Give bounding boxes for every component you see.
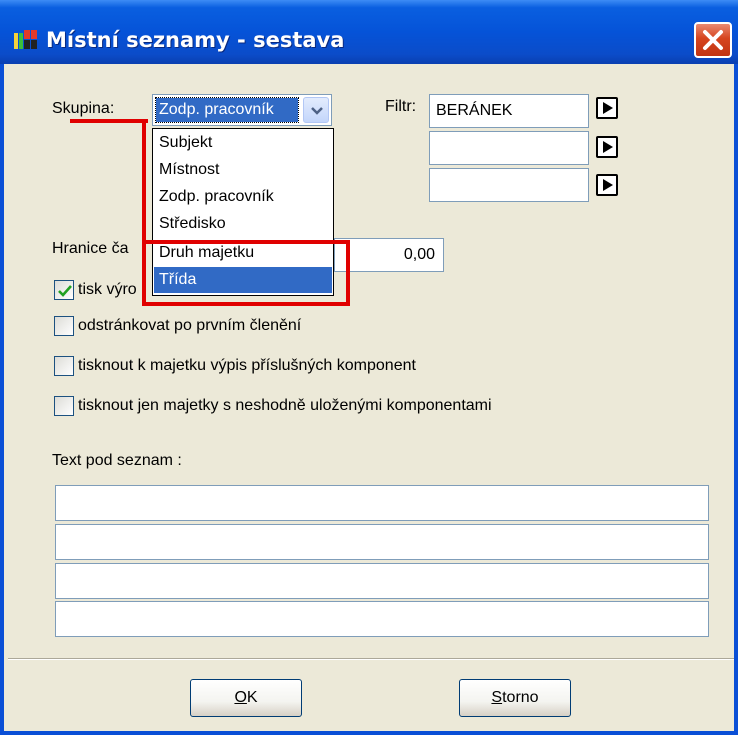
checkbox-mismatch-row[interactable]: tisknout jen majetky s neshodně uloženým… [54, 396, 654, 418]
filter-field-2[interactable] [429, 131, 589, 165]
limit-label: Hranice ča [52, 240, 129, 257]
checkmark-icon [58, 285, 72, 297]
group-combobox[interactable]: Zodp. pracovník [152, 94, 332, 126]
dialog-window: Místní seznamy - sestava Skupina: Zodp. … [0, 0, 738, 735]
cancel-button[interactable]: Storno [459, 679, 571, 717]
text-below-label: Text pod seznam : [52, 452, 182, 469]
title-bar[interactable]: Místní seznamy - sestava [0, 0, 738, 64]
cancel-label-rest: torno [502, 689, 539, 706]
dropdown-option-zodp-pracovnik[interactable]: Zodp. pracovník [154, 184, 332, 210]
filter-pick-button-1[interactable] [596, 97, 618, 119]
checkbox-components-label: tisknout k majetku výpis příslušných kom… [78, 357, 416, 374]
filter-pick-button-2[interactable] [596, 136, 618, 158]
close-icon [703, 30, 723, 50]
dropdown-option-subjekt[interactable]: Subjekt [154, 130, 332, 156]
text-line-4[interactable] [55, 601, 709, 637]
group-dropdown-button[interactable] [303, 97, 329, 123]
filter-label: Filtr: [385, 98, 417, 115]
app-icon [14, 30, 37, 49]
checkbox-print-row[interactable]: tisk výro [54, 280, 154, 302]
checkbox-mismatch[interactable] [54, 396, 74, 416]
cancel-mnemonic: S [491, 689, 503, 706]
dropdown-option-mistnost[interactable]: Místnost [154, 157, 332, 183]
ok-mnemonic: O [234, 689, 247, 706]
text-line-3[interactable] [55, 563, 709, 599]
group-selected-value: Zodp. pracovník [155, 97, 299, 123]
ok-label-rest: K [246, 689, 258, 706]
annotation-vertical-line [142, 119, 146, 249]
checkbox-mismatch-label: tisknout jen majetky s neshodně uloženým… [78, 397, 492, 414]
filter-pick-button-3[interactable] [596, 174, 618, 196]
chevron-down-icon [311, 107, 323, 115]
checkbox-paginate-label: odstránkovat po prvním členění [78, 317, 302, 334]
play-arrow-icon [603, 102, 613, 114]
play-arrow-icon [603, 141, 613, 153]
text-line-2[interactable] [55, 524, 709, 560]
play-arrow-icon [603, 179, 613, 191]
footer-separator [8, 658, 734, 660]
checkbox-print[interactable] [54, 280, 74, 300]
checkbox-components-row[interactable]: tisknout k majetku výpis příslušných kom… [54, 356, 574, 378]
group-label: Skupina: [52, 100, 115, 117]
checkbox-paginate[interactable] [54, 316, 74, 336]
filter-field-3[interactable] [429, 168, 589, 202]
filter-field-1[interactable]: BERÁNEK [429, 94, 589, 128]
checkbox-paginate-row[interactable]: odstránkovat po prvním členění [54, 316, 454, 338]
annotation-highlight-box [142, 240, 350, 306]
limit-field[interactable]: 0,00 [334, 238, 444, 272]
annotation-underline [70, 119, 148, 123]
window-title: Místní seznamy - sestava [46, 28, 345, 52]
ok-button[interactable]: OK [190, 679, 302, 717]
dropdown-option-stredisko[interactable]: Středisko [154, 211, 332, 237]
checkbox-print-label: tisk výro [78, 281, 137, 298]
checkbox-components[interactable] [54, 356, 74, 376]
close-button[interactable] [694, 22, 732, 58]
text-line-1[interactable] [55, 485, 709, 521]
